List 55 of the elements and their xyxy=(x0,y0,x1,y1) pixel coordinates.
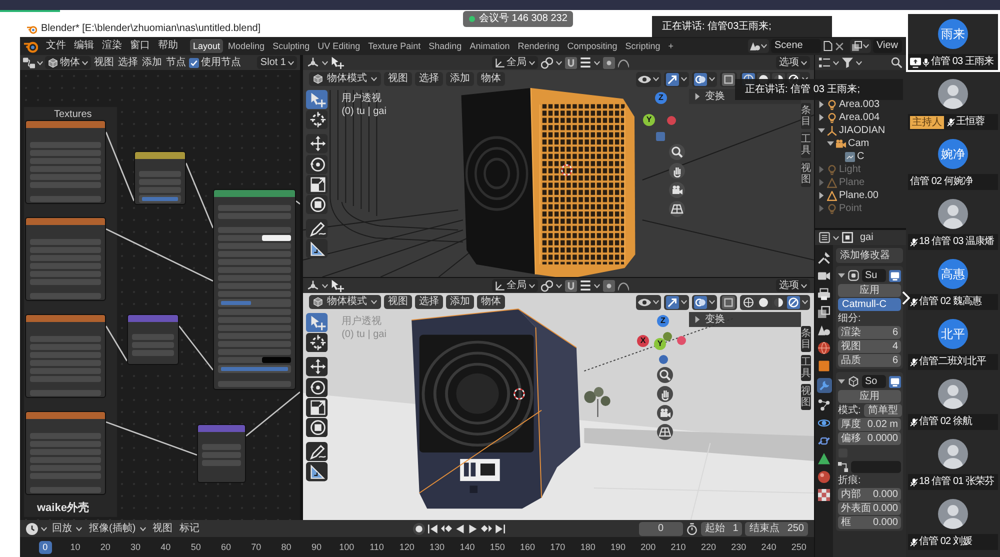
collection-label: (0) tu | gai xyxy=(342,105,386,118)
frame-number: 30 xyxy=(130,540,142,554)
speaking-toast: 正在讲话: 信管03王雨来; xyxy=(652,16,832,38)
participant-name: 王恒蓉 xyxy=(956,116,985,128)
participant-name: 信管 02 魏高惠 xyxy=(919,296,982,308)
participant-name: 信管 03 王雨来 xyxy=(931,56,994,68)
participant-name: 信管 02 徐航 xyxy=(919,416,972,428)
object-name: gai xyxy=(860,232,874,244)
avatar-initials: 高惠 xyxy=(938,259,968,289)
frame-number: 150 xyxy=(488,540,506,554)
frame-number: 0 xyxy=(38,540,52,554)
frame-number: 250 xyxy=(790,540,808,554)
speaking-toast: 正在讲话: 信管 03 王雨来; xyxy=(735,79,903,100)
frame-number: 120 xyxy=(398,540,416,554)
collection-label: (0) tu | gai xyxy=(342,328,386,341)
frame-number: 240 xyxy=(760,540,778,554)
field-label: 模式: xyxy=(838,404,861,416)
window-title: Blender* [E:\blender\zhuomian\nas\untitled.blend] xyxy=(41,22,261,34)
view-name: 用户透视 xyxy=(342,315,383,328)
frame-number: 170 xyxy=(549,540,566,554)
host-badge: 主持人 xyxy=(910,116,944,128)
frame-number: 60 xyxy=(220,540,232,554)
frame-number: 200 xyxy=(640,540,657,554)
frame-number: 50 xyxy=(190,540,202,554)
frame-number: 80 xyxy=(280,540,292,554)
participant-name: 信管 02 何婉净 xyxy=(910,176,973,188)
frame-number: 110 xyxy=(368,540,385,554)
avatar-initials: 婉净 xyxy=(938,139,968,169)
frame-number: 210 xyxy=(670,540,687,554)
frame-number: 70 xyxy=(250,540,262,554)
participant-name: 18 信管 01 张荣芬 xyxy=(919,476,994,488)
frame-number: 20 xyxy=(99,540,112,554)
avatar-initials: 雨来 xyxy=(938,19,968,49)
participant-name: 18 信管 03 温康燔 xyxy=(919,236,994,248)
frame-number: 180 xyxy=(579,540,596,554)
avatar-initials: 北平 xyxy=(938,319,968,349)
checkbox-label: 使用节点 xyxy=(201,56,241,68)
frame-number: 230 xyxy=(730,540,748,554)
frame-number: 40 xyxy=(160,540,172,554)
view-name: 用户透视 xyxy=(342,92,383,105)
frame-number: 90 xyxy=(310,540,322,554)
frame-label: Textures xyxy=(54,109,92,121)
frame-number: 10 xyxy=(69,540,82,554)
frame-number: 160 xyxy=(519,540,536,554)
frame-number: 130 xyxy=(428,540,446,554)
frame-label: waike外壳 xyxy=(37,502,89,515)
frame-number: 220 xyxy=(700,540,717,554)
participant-name: 信管二班刘北平 xyxy=(919,356,986,368)
section-label: 细分: xyxy=(838,312,862,325)
frame-number: 190 xyxy=(609,540,626,554)
meeting-number: 会议号 146 308 232 xyxy=(479,13,568,25)
participant-name: 信管 02 刘媛 xyxy=(919,536,972,548)
section-label: 折痕: xyxy=(838,474,862,487)
frame-number: 140 xyxy=(458,540,476,554)
frame-number: 100 xyxy=(338,540,356,554)
